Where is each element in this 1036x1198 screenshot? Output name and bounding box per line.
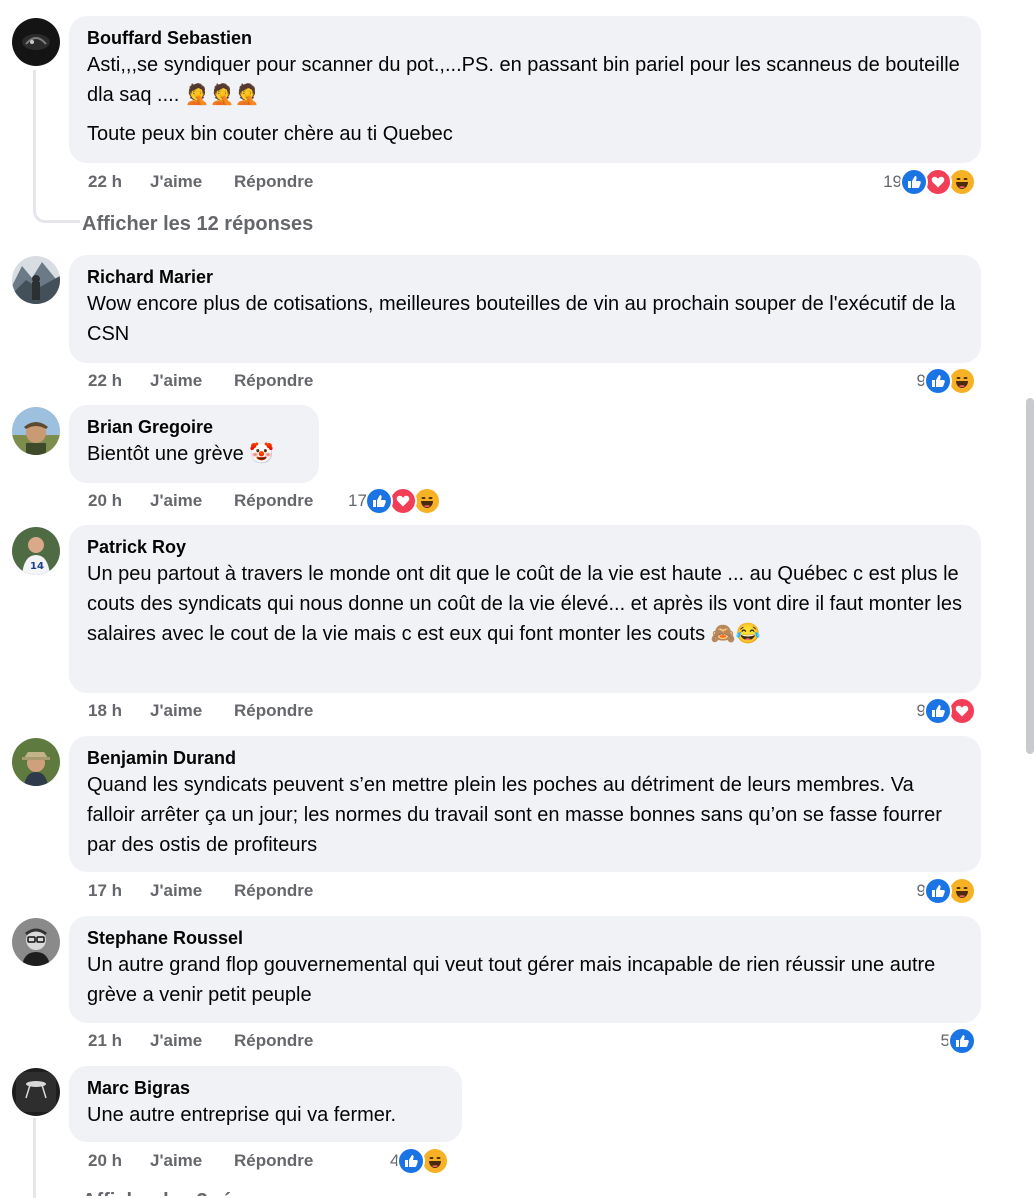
comment-meta: 20 h J'aime Répondre [88, 1149, 313, 1173]
avatar[interactable] [12, 918, 60, 966]
comment-text: Une autre entreprise qui va fermer. [87, 1104, 397, 1126]
avatar[interactable] [12, 1068, 60, 1116]
avatar[interactable] [12, 256, 60, 304]
comment-author[interactable]: Brian Gregoire [87, 416, 300, 438]
reaction-summary[interactable]: 4 [390, 1147, 450, 1175]
comment-bubble: Patrick Roy Un peu partout à travers le … [69, 525, 981, 693]
comment-author[interactable]: Bouffard Sebastien [87, 27, 962, 49]
like-reaction-icon [924, 697, 952, 725]
comment-meta: 18 h J'aime Répondre [88, 699, 313, 723]
haha-reaction-icon [948, 367, 976, 395]
comment-bubble: Brian Gregoire Bientôt une grève 🤡 [69, 405, 319, 483]
comment-bubble: Richard Marier Wow encore plus de cotisa… [69, 255, 981, 363]
comment-time[interactable]: 22 h [88, 369, 150, 393]
reaction-summary[interactable]: 9 [917, 367, 976, 395]
comment-text: Toute peux bin couter chère au ti Quebec [87, 123, 453, 145]
like-button[interactable]: J'aime [150, 170, 234, 194]
reaction-summary[interactable]: 9 [917, 877, 976, 905]
reply-button[interactable]: Répondre [234, 170, 313, 194]
comment-bubble: Benjamin Durand Quand les syndicats peuv… [69, 736, 981, 872]
comment-bubble: Stephane Roussel Un autre grand flop gou… [69, 916, 981, 1023]
comment-meta: 22 h J'aime Répondre [88, 170, 313, 194]
like-reaction-icon [948, 1027, 976, 1055]
like-reaction-icon [924, 877, 952, 905]
like-button[interactable]: J'aime [150, 1029, 234, 1053]
comment-text: Bientôt une grève 🤡 [87, 443, 275, 465]
comment-meta: 20 h J'aime Répondre [88, 489, 313, 513]
like-reaction-icon [900, 168, 928, 196]
comment-text: Un peu partout à travers le monde ont di… [87, 563, 962, 645]
comment-time[interactable]: 22 h [88, 170, 150, 194]
reply-button[interactable]: Répondre [234, 1029, 313, 1053]
reply-button[interactable]: Répondre [234, 879, 313, 903]
like-reaction-icon [364, 487, 393, 515]
avatar[interactable] [12, 18, 60, 66]
comment-author[interactable]: Patrick Roy [87, 536, 962, 558]
comment-time[interactable]: 21 h [88, 1029, 150, 1053]
comment-text: Un autre grand flop gouvernemental qui v… [87, 954, 936, 1006]
haha-reaction-icon [421, 1147, 450, 1175]
comment-time[interactable]: 20 h [88, 1149, 150, 1173]
reaction-summary[interactable]: 9 [917, 697, 976, 725]
comment-bubble: Marc Bigras Une autre entreprise qui va … [69, 1066, 462, 1142]
reply-button[interactable]: Répondre [234, 699, 313, 723]
comment-time[interactable]: 18 h [88, 699, 150, 723]
avatar[interactable] [12, 407, 60, 455]
reaction-summary[interactable]: 5 [941, 1027, 976, 1055]
love-reaction-icon [924, 168, 952, 196]
like-button[interactable]: J'aime [150, 1149, 234, 1173]
like-button[interactable]: J'aime [150, 879, 234, 903]
scrollbar[interactable] [1024, 0, 1036, 1196]
reply-button[interactable]: Répondre [234, 1149, 313, 1173]
love-reaction-icon [948, 697, 976, 725]
comment-meta: 22 h J'aime Répondre [88, 369, 313, 393]
comment-author[interactable]: Benjamin Durand [87, 747, 962, 769]
comment-time[interactable]: 17 h [88, 879, 150, 903]
like-button[interactable]: J'aime [150, 489, 234, 513]
like-reaction-icon [924, 367, 952, 395]
comment-meta: 21 h J'aime Répondre [88, 1029, 313, 1053]
reply-button[interactable]: Répondre [234, 489, 313, 513]
love-reaction-icon [388, 487, 417, 515]
comment-bubble: Bouffard Sebastien Asti,,,se syndiquer p… [69, 16, 981, 163]
comment-text: Wow encore plus de cotisations, meilleur… [87, 293, 956, 345]
comment-author[interactable]: Stephane Roussel [87, 927, 962, 949]
avatar[interactable] [12, 738, 60, 786]
view-replies-link[interactable]: Afficher les 3 réponses [82, 1188, 302, 1196]
reaction-summary[interactable]: 19 [883, 168, 976, 196]
reply-button[interactable]: Répondre [234, 369, 313, 393]
comment-author[interactable]: Richard Marier [87, 266, 962, 288]
comment-thread: Afficher les 12 réponses Bouffard Sebast… [0, 0, 1020, 1198]
haha-reaction-icon [948, 877, 976, 905]
like-button[interactable]: J'aime [150, 699, 234, 723]
scrollbar-thumb[interactable] [1026, 398, 1034, 754]
comment-time[interactable]: 20 h [88, 489, 150, 513]
thread-connector [33, 1118, 36, 1198]
haha-reaction-icon [948, 168, 976, 196]
reaction-summary[interactable]: 17 [348, 487, 441, 515]
like-reaction-icon [397, 1147, 426, 1175]
avatar[interactable]: 14 [12, 527, 60, 575]
like-button[interactable]: J'aime [150, 369, 234, 393]
comment-text: Asti,,,se syndiquer pour scanner du pot.… [87, 54, 960, 106]
view-replies-link[interactable]: Afficher les 12 réponses [82, 211, 313, 237]
comment-author[interactable]: Marc Bigras [87, 1077, 443, 1099]
haha-reaction-icon [412, 487, 441, 515]
comment-meta: 17 h J'aime Répondre [88, 879, 313, 903]
svg-text:14: 14 [30, 561, 44, 572]
comment-text: Quand les syndicats peuvent s’en mettre … [87, 774, 942, 856]
